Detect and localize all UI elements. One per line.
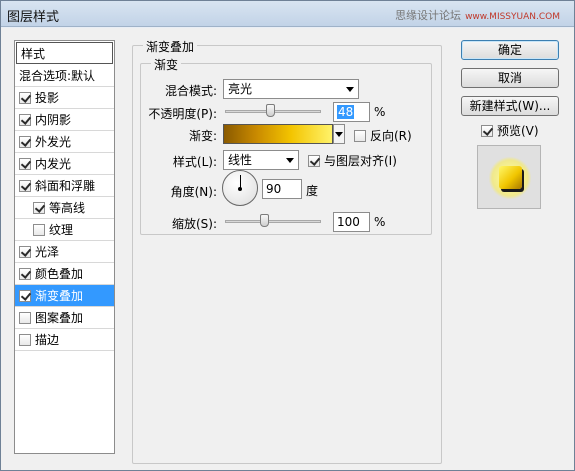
new-style-button[interactable]: 新建样式(W)... xyxy=(461,96,559,116)
chevron-down-icon xyxy=(346,87,354,92)
style-select[interactable]: 线性 xyxy=(223,150,299,170)
style-list-item-label: 投影 xyxy=(35,90,60,105)
chevron-down-icon xyxy=(335,132,343,137)
gradient-picker-button[interactable] xyxy=(333,124,345,144)
style-checkbox[interactable] xyxy=(33,223,45,236)
style-list-item-label: 内阴影 xyxy=(35,112,72,127)
style-checkbox[interactable] xyxy=(19,135,31,148)
reverse-checkbox-box[interactable] xyxy=(354,129,366,142)
style-checkbox[interactable] xyxy=(19,311,31,324)
preview-square xyxy=(499,166,522,189)
watermark: 思缘设计论坛 www.MISSYUAN.COM xyxy=(395,7,560,23)
blend-options-item[interactable]: 混合选项:默认 xyxy=(15,65,114,87)
chevron-down-icon xyxy=(286,158,294,163)
dialog-content: 样式 混合选项:默认 投影 内阴影 外发光 内发光 斜面和浮雕 等高线 纹理 光泽 颜色叠加 渐变… xyxy=(1,28,574,470)
scale-slider-thumb[interactable] xyxy=(260,214,270,227)
reverse-label: 反向(R) xyxy=(370,129,412,143)
reverse-checkbox[interactable]: 反向(R) xyxy=(354,127,412,144)
angle-input[interactable]: 90 xyxy=(262,179,302,199)
scale-label: 缩放(S): xyxy=(171,217,217,231)
watermark-text: 思缘设计论坛 xyxy=(395,9,462,22)
style-checkbox[interactable] xyxy=(19,179,31,192)
style-checkbox[interactable] xyxy=(19,245,31,258)
style-list-item[interactable]: 投影 xyxy=(15,87,114,109)
gradient-swatch[interactable] xyxy=(223,124,333,144)
style-label: 样式(L): xyxy=(172,155,217,169)
align-checkbox-box[interactable] xyxy=(308,154,320,167)
layer-style-dialog: 图层样式 思缘设计论坛 www.MISSYUAN.COM 样式 混合选项:默认 投… xyxy=(0,0,575,471)
preview-checkbox[interactable]: 预览(V) xyxy=(481,122,539,139)
style-list-item-label: 纹理 xyxy=(49,222,74,237)
style-preview xyxy=(477,145,541,209)
style-list-item-label: 渐变叠加 xyxy=(35,288,84,303)
scale-unit: % xyxy=(374,215,386,229)
style-value: 线性 xyxy=(228,153,253,167)
style-checkbox[interactable] xyxy=(19,157,31,170)
style-items: 投影内阴影外发光内发光斜面和浮雕等高线纹理光泽颜色叠加渐变叠加图案叠加描边 xyxy=(15,87,114,351)
style-checkbox[interactable] xyxy=(19,113,31,126)
angle-dial-center xyxy=(238,187,242,191)
style-list-item-label: 图案叠加 xyxy=(35,310,84,325)
preview-checkbox-box[interactable] xyxy=(481,124,493,137)
style-list-item[interactable]: 描边 xyxy=(15,329,114,351)
style-list-item-label: 外发光 xyxy=(35,134,72,149)
opacity-input[interactable]: 48 xyxy=(333,102,370,122)
group-title: 渐变叠加 xyxy=(143,38,198,55)
style-list-item-label: 等高线 xyxy=(49,200,86,215)
window-title: 图层样式 xyxy=(7,10,60,25)
style-list-item[interactable]: 等高线 xyxy=(15,197,114,219)
cancel-button[interactable]: 取消 xyxy=(461,68,559,88)
style-list-item[interactable]: 内发光 xyxy=(15,153,114,175)
title-bar[interactable]: 图层样式 思缘设计论坛 www.MISSYUAN.COM xyxy=(1,1,574,27)
style-list-item[interactable]: 图案叠加 xyxy=(15,307,114,329)
style-list-item[interactable]: 内阴影 xyxy=(15,109,114,131)
ok-button[interactable]: 确定 xyxy=(461,40,559,60)
opacity-value: 48 xyxy=(337,105,355,119)
style-list-item-label: 颜色叠加 xyxy=(35,266,84,281)
style-list-item[interactable]: 纹理 xyxy=(15,219,114,241)
angle-label: 角度(N): xyxy=(170,185,217,199)
preview-label: 预览(V) xyxy=(497,124,539,138)
style-list-item[interactable]: 斜面和浮雕 xyxy=(15,175,114,197)
style-checkbox[interactable] xyxy=(19,91,31,104)
style-list-header[interactable]: 样式 xyxy=(16,42,113,64)
style-checkbox[interactable] xyxy=(19,333,31,346)
style-list: 样式 混合选项:默认 投影内阴影外发光内发光斜面和浮雕等高线纹理光泽颜色叠加渐变… xyxy=(14,40,115,454)
style-list-item-label: 斜面和浮雕 xyxy=(35,178,96,193)
style-list-item-label: 描边 xyxy=(35,332,60,347)
scale-value: 100 xyxy=(337,215,360,229)
align-label: 与图层对齐(I) xyxy=(324,154,397,168)
watermark-site: www.MISSYUAN.COM xyxy=(465,12,560,22)
opacity-slider-thumb[interactable] xyxy=(266,104,276,117)
style-list-item[interactable]: 外发光 xyxy=(15,131,114,153)
style-list-item-label: 光泽 xyxy=(35,244,60,259)
opacity-unit: % xyxy=(374,105,386,119)
angle-dial[interactable] xyxy=(222,170,258,206)
style-list-item-label: 内发光 xyxy=(35,156,72,171)
align-with-layer-checkbox[interactable]: 与图层对齐(I) xyxy=(308,152,397,169)
opacity-label: 不透明度(P): xyxy=(148,107,217,121)
style-list-item[interactable]: 光泽 xyxy=(15,241,114,263)
section-title: 渐变 xyxy=(151,56,182,73)
angle-unit: 度 xyxy=(306,184,319,198)
blend-mode-label: 混合模式: xyxy=(164,84,217,98)
scale-input[interactable]: 100 xyxy=(333,212,370,232)
style-list-item[interactable]: 颜色叠加 xyxy=(15,263,114,285)
blend-mode-select[interactable]: 亮光 xyxy=(223,79,359,99)
angle-value: 90 xyxy=(266,182,282,196)
preview-thumbnail xyxy=(489,157,531,199)
blend-mode-value: 亮光 xyxy=(228,82,253,96)
style-checkbox[interactable] xyxy=(19,289,31,302)
style-list-item[interactable]: 渐变叠加 xyxy=(15,285,114,307)
scale-slider-track[interactable] xyxy=(225,220,321,223)
style-checkbox[interactable] xyxy=(33,201,45,214)
gradient-label: 渐变: xyxy=(188,129,217,143)
style-checkbox[interactable] xyxy=(19,267,31,280)
